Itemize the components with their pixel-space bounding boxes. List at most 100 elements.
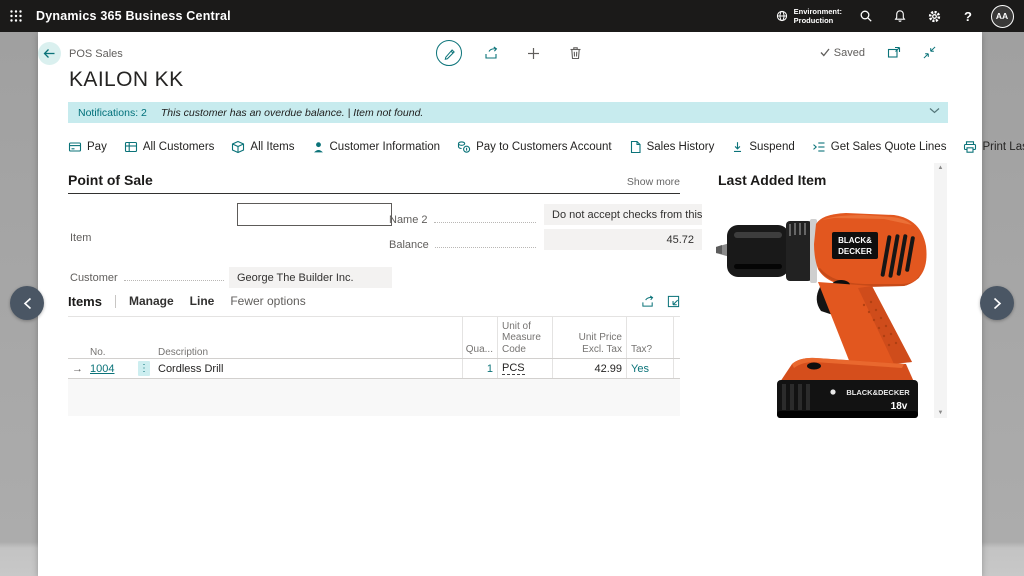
balance-value[interactable]: 45.72 xyxy=(544,229,702,250)
avatar: AA xyxy=(991,5,1014,28)
notification-message: This customer has an overdue balance. | … xyxy=(161,107,423,119)
dotted-leader xyxy=(124,280,224,281)
help-button[interactable]: ? xyxy=(952,0,984,32)
balance-label: Balance xyxy=(389,239,429,251)
last-added-item-image: BLACK& DECKER xyxy=(714,190,939,420)
new-record-button[interactable] xyxy=(520,40,546,66)
all-customers-icon xyxy=(124,140,138,154)
drill-brand-line1: BLACK& xyxy=(838,236,872,245)
header-description[interactable]: Description xyxy=(154,347,462,359)
environment-label: Environment: xyxy=(794,7,842,16)
share-grid-icon[interactable] xyxy=(641,295,655,308)
action-sales-history[interactable]: Sales History xyxy=(629,140,715,154)
action-all-items[interactable]: All Items xyxy=(231,140,294,154)
name2-value[interactable]: Do not accept checks from this Cust... xyxy=(544,204,702,225)
action-customer-information[interactable]: Customer Information xyxy=(312,141,441,154)
show-more-link[interactable]: Show more xyxy=(627,176,680,188)
header-no[interactable]: No. xyxy=(86,347,134,359)
trash-icon xyxy=(569,46,582,60)
action-pay-to-customers-account[interactable]: Pay to Customers Account xyxy=(457,140,612,154)
notification-count[interactable]: Notifications: 2 xyxy=(78,107,147,119)
breadcrumb[interactable]: POS Sales xyxy=(69,48,123,60)
table-row[interactable]: → 1004 ⋮ Cordless Drill 1 PCS 42.99 Yes xyxy=(68,359,680,379)
items-section: Items Manage Line Fewer options xyxy=(68,292,680,416)
action-pay[interactable]: Pay xyxy=(68,140,107,154)
sales-history-icon xyxy=(629,140,642,154)
collapse-button[interactable] xyxy=(923,46,936,59)
cell-unit-price[interactable]: 42.99 xyxy=(594,363,622,375)
notification-bar: Notifications: 2 This customer has an ov… xyxy=(68,102,948,123)
dotted-leader xyxy=(434,222,536,223)
save-status-label: Saved xyxy=(834,47,865,59)
app-window: Dynamics 365 Business Central Environmen… xyxy=(0,0,1024,576)
bell-icon xyxy=(893,9,907,23)
next-record-button[interactable] xyxy=(980,286,1014,320)
page-title: KAILON KK xyxy=(69,68,183,92)
battery-brand-label: BLACK&DECKER xyxy=(846,388,910,397)
notification-chevron-icon[interactable] xyxy=(929,107,940,114)
pay-icon xyxy=(68,140,82,154)
header-unit-price[interactable]: Unit Price Excl. Tax xyxy=(552,317,626,358)
cell-no[interactable]: 1004 xyxy=(90,363,114,375)
items-section-title: Items xyxy=(68,294,102,309)
action-all-customers[interactable]: All Customers xyxy=(124,140,215,154)
share-icon xyxy=(484,46,499,60)
top-navigation-bar: Dynamics 365 Business Central Environmen… xyxy=(0,0,1024,32)
row-pointer-icon: → xyxy=(68,363,86,375)
battery-voltage-label: 18v xyxy=(891,401,908,412)
item-input[interactable] xyxy=(237,203,392,226)
action-bar: Pay All Customers All It xyxy=(68,135,980,159)
pencil-icon xyxy=(443,47,456,60)
factbox-scrollbar[interactable]: ▲ ▼ xyxy=(934,163,947,418)
customer-value[interactable]: George The Builder Inc. xyxy=(229,267,392,288)
tab-manage[interactable]: Manage xyxy=(129,294,174,308)
popout-button[interactable] xyxy=(887,46,901,59)
drill-brand-line2: DECKER xyxy=(838,247,872,256)
plus-icon xyxy=(527,47,540,60)
share-button[interactable] xyxy=(478,40,504,66)
items-table-header: No. Description Qua... Unit of Measure C… xyxy=(68,317,680,359)
save-status: Saved xyxy=(820,47,865,59)
all-items-icon xyxy=(231,140,245,154)
environment-icon xyxy=(775,9,789,23)
tab-fewer-options[interactable]: Fewer options xyxy=(230,294,305,308)
printer-icon xyxy=(963,140,977,154)
action-suspend[interactable]: Suspend xyxy=(731,140,794,154)
factbox-title: Last Added Item xyxy=(718,172,826,188)
cell-quantity[interactable]: 1 xyxy=(487,363,493,375)
section-title: Point of Sale xyxy=(68,172,153,188)
edit-button[interactable] xyxy=(436,40,462,66)
header-tax[interactable]: Tax? xyxy=(626,317,674,358)
delete-record-button[interactable] xyxy=(562,40,588,66)
scroll-down-icon[interactable]: ▼ xyxy=(938,410,944,416)
search-button[interactable] xyxy=(850,0,882,32)
dotted-leader xyxy=(435,247,536,248)
open-in-window-icon[interactable] xyxy=(667,295,680,308)
tab-line[interactable]: Line xyxy=(190,294,215,308)
account-menu-button[interactable]: AA xyxy=(986,0,1018,32)
environment-value: Production xyxy=(794,16,834,25)
get-quote-lines-icon xyxy=(812,140,826,154)
back-button[interactable] xyxy=(38,42,61,65)
customer-information-icon xyxy=(312,141,325,154)
help-icon: ? xyxy=(964,9,972,24)
app-title[interactable]: Dynamics 365 Business Central xyxy=(36,9,231,23)
notifications-button[interactable] xyxy=(884,0,916,32)
app-launcher-waffle-icon[interactable] xyxy=(0,0,32,32)
cell-description[interactable]: Cordless Drill xyxy=(158,363,223,375)
previous-record-button[interactable] xyxy=(10,286,44,320)
pay-to-account-icon xyxy=(457,140,471,154)
suspend-icon xyxy=(731,140,744,154)
scroll-up-icon[interactable]: ▲ xyxy=(938,165,944,171)
action-get-sales-quote-lines[interactable]: Get Sales Quote Lines xyxy=(812,140,947,154)
back-arrow-icon xyxy=(43,48,56,59)
cell-tax[interactable]: Yes xyxy=(631,363,649,375)
settings-button[interactable] xyxy=(918,0,950,32)
header-uom[interactable]: Unit of Measure Code xyxy=(497,317,552,358)
header-quantity[interactable]: Qua... xyxy=(462,317,497,358)
row-menu-icon[interactable]: ⋮ xyxy=(138,361,150,376)
cell-uom[interactable]: PCS xyxy=(502,362,525,375)
divider xyxy=(115,295,116,308)
action-print-last-slip[interactable]: Print Last Slip xyxy=(963,140,1024,154)
environment-switcher[interactable]: Environment: Production xyxy=(769,7,848,25)
